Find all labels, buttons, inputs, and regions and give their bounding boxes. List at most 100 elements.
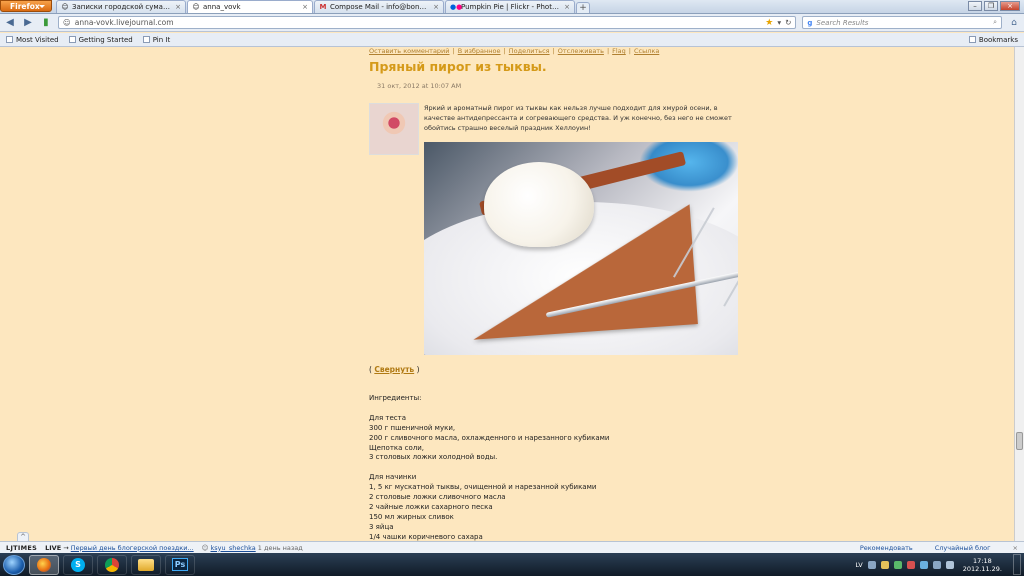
page-icon xyxy=(142,36,150,43)
live-user-link[interactable]: ksyu_shechka xyxy=(211,544,256,552)
tray-icon[interactable] xyxy=(893,560,902,569)
start-button[interactable] xyxy=(3,554,25,575)
tab-close-icon[interactable]: × xyxy=(564,3,570,11)
page-scrollbar[interactable] xyxy=(1014,47,1024,541)
list-item: 200 г сливочного масла, охлажденного и н… xyxy=(369,433,610,442)
flag-link[interactable]: Flag xyxy=(612,47,626,55)
forward-icon[interactable]: ▶ xyxy=(22,17,34,28)
bookmark-pin-it[interactable]: Pin It xyxy=(142,35,171,44)
site-identity-icon[interactable]: ☺ xyxy=(63,18,71,27)
back-icon[interactable]: ◀ xyxy=(4,17,16,28)
ljtimes-logo[interactable]: LJTIMES xyxy=(6,544,37,552)
whipped-cream-shape xyxy=(484,162,594,247)
bookmark-folder-icon xyxy=(6,36,13,43)
tab-zapiski[interactable]: ☺ Записки городской сумасшедшей - ... × xyxy=(56,0,186,13)
clock[interactable]: 17:18 2012.11.29. xyxy=(959,557,1006,573)
dropdown-icon[interactable]: ▾ xyxy=(777,18,781,27)
list-item: 150 мл жирных сливок xyxy=(369,512,454,521)
tray-icon[interactable] xyxy=(919,560,928,569)
search-input[interactable]: Search Results xyxy=(816,19,868,27)
search-engine-icon[interactable]: g xyxy=(807,19,812,27)
tab-title: Compose Mail - info@bonappetit.lv - ... xyxy=(330,3,430,11)
signal-icon: ▮ xyxy=(43,17,49,28)
firefox-menu-button[interactable]: Firefox xyxy=(0,0,52,12)
bookmark-getting-started[interactable]: Getting Started xyxy=(68,35,133,44)
tab-anna-vovk[interactable]: ☺ anna_vovk × xyxy=(187,0,313,13)
explorer-taskbar-button[interactable] xyxy=(131,554,161,575)
bookmark-label: Pin It xyxy=(152,35,171,44)
browser-tab-bar: Firefox ☺ Записки городской сумасшедшей … xyxy=(0,0,1024,14)
firefox-taskbar-button[interactable] xyxy=(29,554,59,575)
tab-title: Pumpkin Pie | Flickr - Photo Sharing! xyxy=(461,3,561,11)
list-item: 1/4 чашки коричневого сахара xyxy=(369,532,483,541)
bookmark-most-visited[interactable]: Most Visited xyxy=(6,36,59,44)
livejournal-bottom-bar: LJTIMES LIVE → Первый день блогерской по… xyxy=(0,541,1024,553)
bookmark-label: Getting Started xyxy=(78,35,133,44)
maximize-icon[interactable]: ❐ xyxy=(984,1,998,11)
search-bar[interactable]: g Search Results ⌕ xyxy=(802,16,1002,29)
lj-bar-actions: Рекомендовать Случайный блог × xyxy=(860,544,1018,552)
separator: | xyxy=(552,47,555,55)
tab-close-icon[interactable]: × xyxy=(302,3,308,11)
permalink-link[interactable]: Ссылка xyxy=(634,47,659,55)
tab-flickr[interactable]: ●● Pumpkin Pie | Flickr - Photo Sharing!… xyxy=(445,0,575,13)
tab-close-icon[interactable]: × xyxy=(433,3,439,11)
firefox-icon xyxy=(37,557,51,572)
new-tab-button[interactable]: + xyxy=(576,2,590,13)
chrome-taskbar-button[interactable] xyxy=(97,554,127,575)
network-icon[interactable] xyxy=(932,560,941,569)
close-icon[interactable]: × xyxy=(1013,544,1018,552)
show-desktop-button[interactable] xyxy=(1013,554,1021,575)
url-bar[interactable]: ☺ anna-vovk.livejournal.com ★ ▾ ↻ xyxy=(57,16,797,29)
bookmark-label: Most Visited xyxy=(16,35,59,44)
tab-title: Записки городской сумасшедшей - ... xyxy=(72,3,172,11)
leave-comment-link[interactable]: Оставить комментарий xyxy=(369,47,450,55)
post-actions: Оставить комментарий | В избранное | Под… xyxy=(369,47,769,55)
language-indicator[interactable]: LV xyxy=(855,561,862,569)
author-avatar[interactable] xyxy=(369,103,419,155)
separator: | xyxy=(503,47,506,55)
reload-icon[interactable]: ↻ xyxy=(785,18,791,27)
skype-taskbar-button[interactable]: S xyxy=(63,554,93,575)
tab-compose-mail[interactable]: M Compose Mail - info@bonappetit.lv - ..… xyxy=(314,0,444,13)
track-link[interactable]: Отслеживать xyxy=(558,47,604,55)
dough-heading: Для теста xyxy=(369,413,406,422)
live-user-group: ☺ ksyu_shechka 1 день назад xyxy=(202,544,303,552)
separator: | xyxy=(452,47,455,55)
home-icon[interactable]: ⌂ xyxy=(1008,18,1020,28)
close-window-icon[interactable]: × xyxy=(1000,1,1020,11)
search-icon[interactable]: ⌕ xyxy=(993,18,997,27)
skype-icon: S xyxy=(71,557,85,572)
tab-close-icon[interactable]: × xyxy=(175,3,181,11)
lj-bar-expand-button[interactable]: ^ xyxy=(17,532,29,541)
list-item: 1, 5 кг мускатной тыквы, очищенной и нар… xyxy=(369,483,597,492)
live-headline-link[interactable]: Первый день блогерской поездки... xyxy=(71,544,194,552)
add-to-favorites-link[interactable]: В избранное xyxy=(458,47,501,55)
separator: | xyxy=(628,47,631,55)
clock-time: 17:18 xyxy=(972,556,992,565)
tray-icon[interactable] xyxy=(906,560,915,569)
list-item: 3 столовых ложки холодной воды. xyxy=(369,453,498,462)
recipe-text: Ингредиенты: Для теста 300 г пшеничной м… xyxy=(369,394,609,541)
live-group: LIVE → Первый день блогерской поездки... xyxy=(45,544,194,552)
page-content: Оставить комментарий | В избранное | Под… xyxy=(0,47,1014,541)
live-user-time: 1 день назад xyxy=(257,543,303,552)
collapse-link[interactable]: Свернуть xyxy=(374,365,414,374)
recommend-link[interactable]: Рекомендовать xyxy=(860,544,913,552)
tray-icon[interactable] xyxy=(880,560,889,569)
tray-icon[interactable] xyxy=(867,560,876,569)
bookmarks-menu-button[interactable]: Bookmarks xyxy=(968,36,1018,44)
minimize-icon[interactable]: – xyxy=(968,1,982,11)
random-blog-link[interactable]: Случайный блог xyxy=(935,544,991,552)
ingredients-heading: Ингредиенты: xyxy=(369,394,422,402)
post-date: 31 окт, 2012 at 10:07 AM xyxy=(377,82,462,90)
list-item: 300 г пшеничной муки, xyxy=(369,423,456,432)
photoshop-taskbar-button[interactable]: Ps xyxy=(165,554,195,575)
share-link[interactable]: Поделиться xyxy=(509,47,550,55)
arrow-icon: → xyxy=(63,543,69,552)
post-title[interactable]: Пряный пирог из тыквы. xyxy=(369,59,769,74)
volume-icon[interactable] xyxy=(945,560,954,569)
scrollbar-thumb[interactable] xyxy=(1016,432,1023,450)
bookmark-star-icon[interactable]: ★ xyxy=(765,18,773,28)
